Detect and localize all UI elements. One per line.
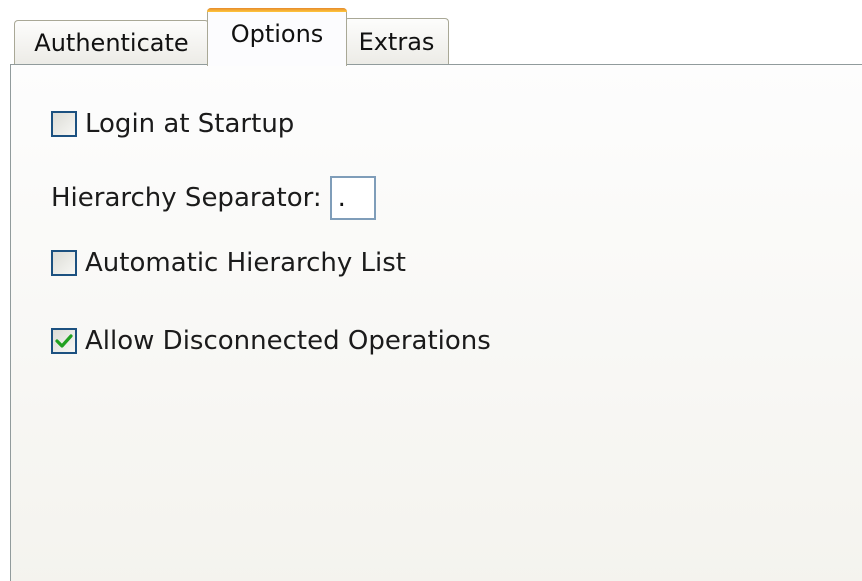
- allow-disconnected-operations-option: Allow Disconnected Operations: [51, 326, 491, 356]
- automatic-hierarchy-list-option: Automatic Hierarchy List: [51, 248, 406, 278]
- login-at-startup-checkbox[interactable]: [51, 111, 77, 137]
- automatic-hierarchy-list-label: Automatic Hierarchy List: [85, 248, 406, 278]
- checkmark-icon: [55, 334, 73, 348]
- tab-options[interactable]: Options: [207, 8, 347, 66]
- tab-options-label: Options: [230, 19, 324, 48]
- automatic-hierarchy-list-checkbox[interactable]: [51, 250, 77, 276]
- options-window: Authenticate Extras Options Login at Sta…: [0, 0, 862, 581]
- options-panel: Login at Startup Hierarchy Separator: Au…: [10, 64, 862, 581]
- hierarchy-separator-option: Hierarchy Separator:: [51, 176, 376, 220]
- tab-extras-label: Extras: [358, 28, 435, 56]
- allow-disconnected-operations-label: Allow Disconnected Operations: [85, 326, 491, 356]
- hierarchy-separator-label: Hierarchy Separator:: [51, 183, 322, 213]
- tab-authenticate-label: Authenticate: [34, 29, 189, 57]
- tab-authenticate[interactable]: Authenticate: [14, 20, 209, 65]
- hierarchy-separator-input[interactable]: [329, 176, 376, 220]
- login-at-startup-label: Login at Startup: [85, 109, 295, 139]
- tab-extras[interactable]: Extras: [344, 18, 449, 65]
- login-at-startup-option: Login at Startup: [51, 109, 294, 139]
- allow-disconnected-operations-checkbox[interactable]: [51, 328, 77, 354]
